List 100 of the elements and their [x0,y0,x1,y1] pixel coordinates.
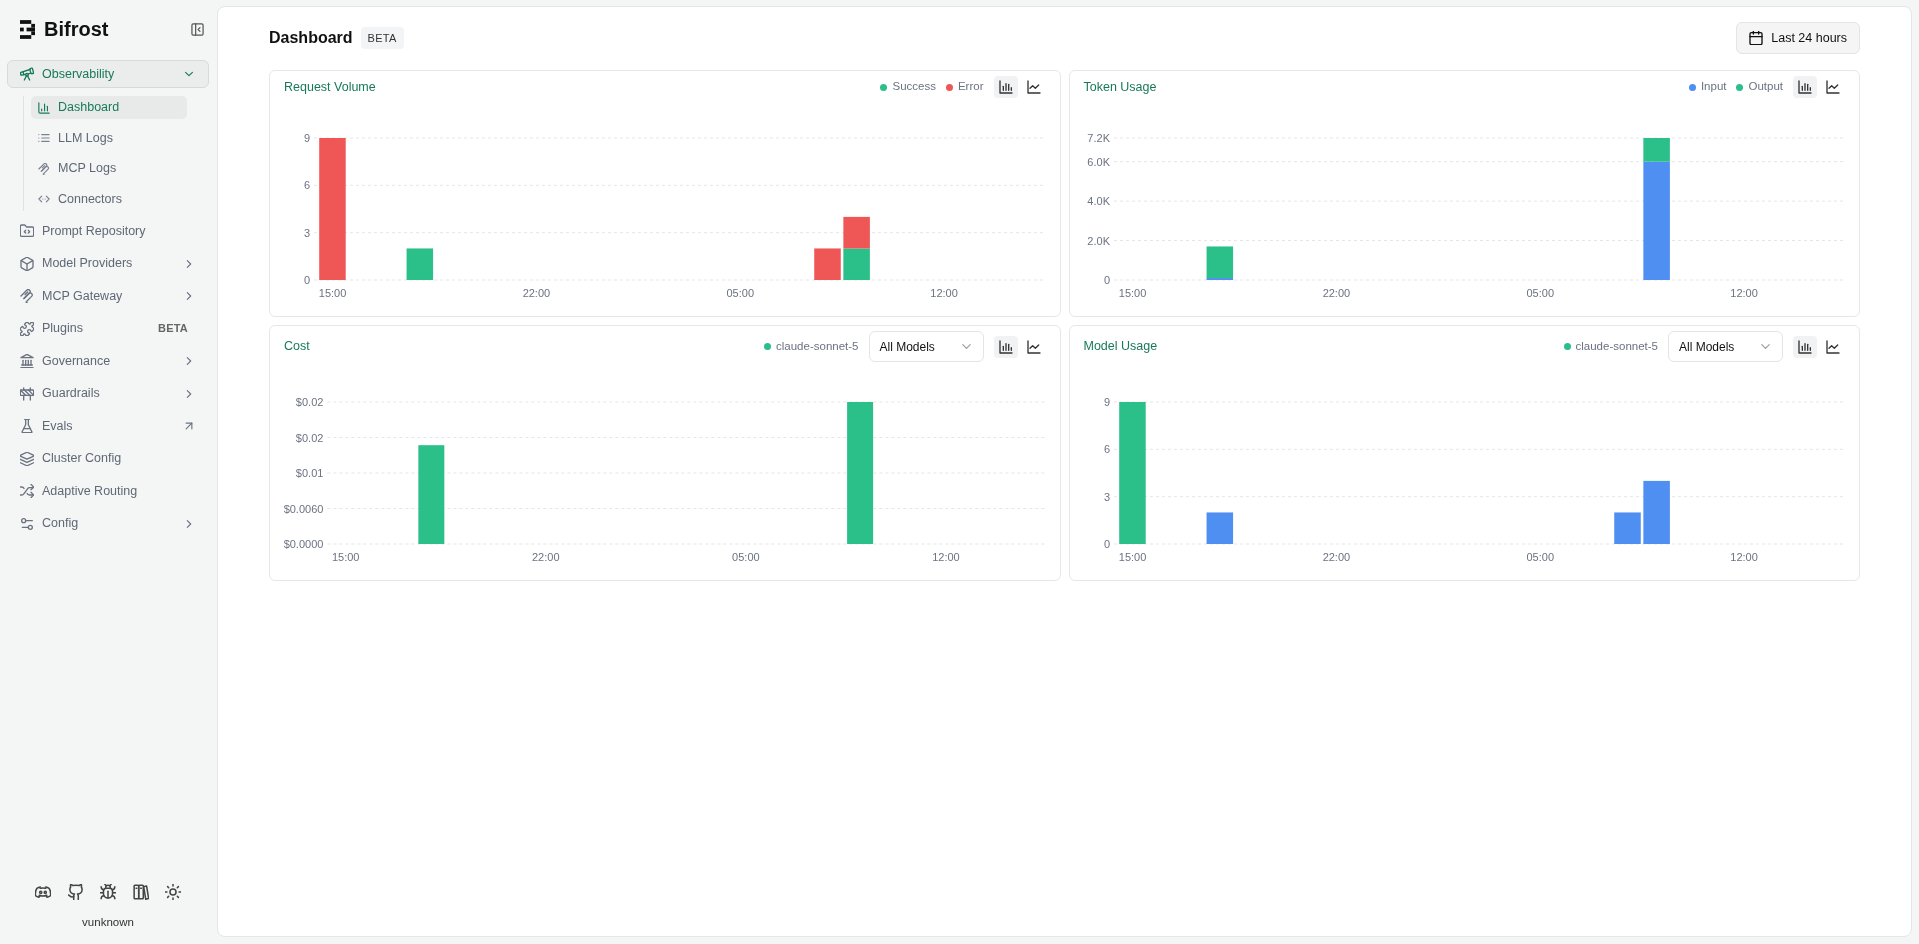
sidebar-item[interactable]: Model Providers [7,249,209,278]
value-axis-label: 0 [303,274,310,286]
beta-badge: BETA [360,26,404,50]
value-axis-label: 7.2K [1086,132,1110,144]
time-axis-label: 22:00 [1322,551,1350,563]
sidebar-item[interactable]: Observability [7,60,209,88]
chart-type-button[interactable] [993,335,1018,358]
time-axis-label: 12:00 [1729,287,1758,299]
bar-chart-icon [1798,339,1812,354]
chart-title: Model Usage [1083,338,1159,356]
value-axis-label: 0 [1103,538,1110,550]
chart-bar [1206,512,1233,544]
line-chart-icon [1026,339,1041,354]
legend-label: claude-sonnet-5 [776,338,859,354]
time-axis-label: 05:00 [1525,287,1554,299]
time-axis-label: 22:00 [1322,287,1350,299]
sidebar-item[interactable]: Plugins BETA [7,314,209,343]
bug-icon[interactable] [100,883,116,900]
time-axis-label: 12:00 [1729,551,1758,563]
sidebar-subitem[interactable]: LLM Logs [31,126,187,150]
books-icon[interactable] [132,883,149,900]
flask-icon [20,419,34,433]
value-axis-label: 2.0K [1086,234,1110,247]
value-axis-label: $0.0000 [283,538,324,550]
value-axis-label: 4.0K [1086,195,1110,208]
time-axis-label: 22:00 [522,287,551,299]
controller-icon[interactable] [35,883,51,900]
sidebar-item[interactable]: Config [7,509,209,538]
paperclip-icon [20,289,34,303]
cat-icon[interactable] [67,883,84,900]
external-link-icon [183,420,195,432]
chart-type-button[interactable] [1793,76,1817,98]
sidebar-subitem[interactable]: MCP Logs [31,157,187,180]
value-axis-label: 6 [303,179,310,192]
sidebar-subitem[interactable]: Connectors [31,187,187,211]
chart-type-button[interactable] [1793,335,1817,358]
sidebar-item[interactable]: Adaptive Routing [7,477,209,505]
sidebar-toggle-icon[interactable] [191,22,204,36]
time-range-button[interactable]: Last 24 hours [1736,22,1860,54]
chart-bar [406,248,434,280]
chart-type-button[interactable] [993,76,1018,98]
bar-chart-icon [998,80,1013,94]
legend-label: Output [1748,79,1783,95]
model-select[interactable]: All Models [1668,331,1783,362]
bank-icon [20,354,34,368]
chart-title: Request Volume [284,78,377,96]
time-axis-label: 15:00 [1118,287,1146,299]
bar-chart-icon [998,339,1013,354]
value-axis-label: 6.0K [1086,155,1110,168]
line-chart-icon [1826,80,1840,94]
value-axis-label: 3 [303,226,310,239]
time-axis-label: 12:00 [930,287,958,299]
beta-label: BETA [158,321,188,337]
version-label: vunknown [81,914,135,930]
time-axis-label: 15:00 [318,287,347,299]
chart-bar [814,248,841,280]
calendar-icon [1749,31,1764,45]
value-axis-label: 9 [303,132,310,144]
sidebar-subitem[interactable]: Dashboard [31,96,187,119]
value-axis-label: 3 [1103,490,1110,503]
legend-label: Success [892,79,936,95]
brand-name: Bifrost [44,18,109,40]
shuffle-icon [20,484,34,498]
telescope-icon [20,67,34,81]
model-select[interactable]: All Models [868,331,984,362]
sidebar-item[interactable]: Prompt Repository [7,217,209,245]
layers-icon [20,451,34,466]
line-chart-icon [1026,80,1041,94]
sidebar-item[interactable]: Guardrails [7,379,209,408]
paperclip-icon [38,162,50,175]
sliders-icon [20,516,34,531]
bar-chart-icon [38,101,50,114]
time-axis-label: 22:00 [532,551,560,563]
logo-icon [20,19,35,39]
page-title: Dashboard [269,28,353,48]
value-axis-label: $0.02 [295,396,324,408]
legend-label: Input [1700,79,1727,95]
cube-icon [20,256,34,271]
chart-bar [843,248,870,280]
value-axis-label: $0.02 [295,431,324,444]
time-axis-label: 15:00 [1118,551,1146,563]
sidebar-item[interactable]: Evals [7,412,209,440]
bar-chart-icon [1798,80,1812,94]
list-icon [38,132,50,144]
sun-icon[interactable] [165,883,181,900]
puzzle-icon [20,321,34,336]
value-axis-label: $0.01 [295,467,324,479]
legend-label: claude-sonnet-5 [1575,338,1658,354]
chart-title: Token Usage [1083,78,1158,96]
code-brackets-icon [38,193,50,205]
time-axis-label: 15:00 [331,551,360,563]
value-axis-label: 9 [1103,396,1110,408]
sidebar-item[interactable]: Governance [7,347,209,375]
sidebar-item[interactable]: Cluster Config [7,444,209,473]
time-axis-label: 05:00 [1525,551,1554,563]
sidebar-item[interactable]: MCP Gateway [7,282,209,310]
time-axis-label: 12:00 [932,551,960,563]
time-axis-label: 05:00 [726,287,754,299]
value-axis-label: $0.0060 [283,502,324,515]
barrier-icon [20,386,34,401]
